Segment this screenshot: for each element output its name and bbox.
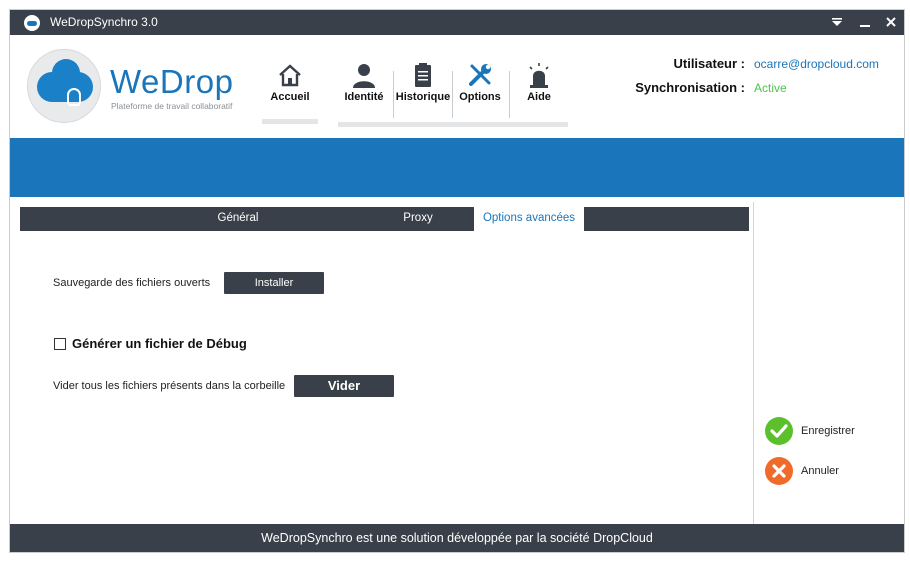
header: WeDrop Plateforme de travail collaborati… bbox=[10, 35, 904, 138]
empty-trash-button[interactable]: Vider bbox=[294, 375, 394, 397]
tab-proxy[interactable]: Proxy bbox=[364, 207, 472, 231]
home-icon bbox=[279, 64, 301, 87]
nav-item-aide[interactable]: Aide bbox=[514, 57, 564, 119]
clipboard-icon bbox=[415, 63, 431, 87]
nav-item-identite[interactable]: Identité bbox=[338, 57, 390, 119]
sync-status: Active bbox=[754, 81, 787, 95]
header-banner bbox=[10, 138, 904, 197]
app-window: WeDropSynchro 3.0 WeDrop Plateforme de t… bbox=[9, 9, 905, 553]
nav-group-underline bbox=[338, 122, 568, 127]
debug-checkbox[interactable] bbox=[54, 338, 66, 350]
nav-separator bbox=[509, 71, 510, 118]
nav-label-options: Options bbox=[459, 91, 501, 103]
brand-tagline: Plateforme de travail collaboratif bbox=[111, 101, 233, 111]
trash-label: Vider tous les fichiers présents dans la… bbox=[53, 380, 286, 392]
backup-label: Sauvegarde des fichiers ouverts bbox=[53, 277, 211, 289]
check-icon bbox=[765, 417, 793, 445]
tab-options-avancees[interactable]: Options avancées bbox=[474, 207, 584, 231]
close-icon[interactable] bbox=[881, 13, 901, 33]
nav-label-identite: Identité bbox=[344, 91, 384, 103]
lightbulb-icon bbox=[67, 88, 81, 106]
sync-label: Synchronisation : bbox=[635, 80, 745, 95]
debug-label[interactable]: Générer un fichier de Débug bbox=[72, 336, 247, 351]
nav-separator bbox=[452, 71, 453, 118]
nav-item-options[interactable]: Options bbox=[454, 57, 506, 119]
nav-separator bbox=[393, 71, 394, 118]
app-logo-icon bbox=[24, 15, 40, 31]
settings-tabs: Général Proxy Options avancées bbox=[20, 207, 749, 231]
wedrop-logo bbox=[27, 49, 101, 123]
cross-icon bbox=[765, 457, 793, 485]
nav-home-underline bbox=[262, 119, 318, 124]
nav-label-accueil: Accueil bbox=[270, 91, 310, 103]
nav-item-historique[interactable]: Historique bbox=[395, 57, 451, 119]
install-button[interactable]: Installer bbox=[224, 272, 324, 294]
title-bar[interactable]: WeDropSynchro 3.0 bbox=[10, 10, 904, 35]
window-title: WeDropSynchro 3.0 bbox=[50, 15, 158, 29]
nav-label-historique: Historique bbox=[395, 91, 451, 103]
nav-item-accueil[interactable]: Accueil bbox=[262, 57, 318, 125]
brand-name: WeDrop bbox=[110, 63, 234, 100]
user-email: ocarre@dropcloud.com bbox=[754, 57, 879, 71]
tools-icon bbox=[469, 64, 491, 86]
cancel-label: Annuler bbox=[801, 465, 839, 477]
panel-divider bbox=[753, 202, 754, 524]
user-label: Utilisateur : bbox=[673, 56, 745, 71]
cloud-icon bbox=[37, 59, 93, 106]
user-icon bbox=[353, 64, 375, 88]
menu-down-icon[interactable] bbox=[827, 13, 847, 33]
tab-general[interactable]: Général bbox=[150, 207, 326, 231]
nav-label-aide: Aide bbox=[527, 91, 551, 103]
alarm-light-icon bbox=[529, 63, 549, 88]
footer: WeDropSynchro est une solution développé… bbox=[10, 524, 904, 552]
minimize-icon[interactable] bbox=[855, 13, 875, 33]
save-label: Enregistrer bbox=[801, 425, 855, 437]
